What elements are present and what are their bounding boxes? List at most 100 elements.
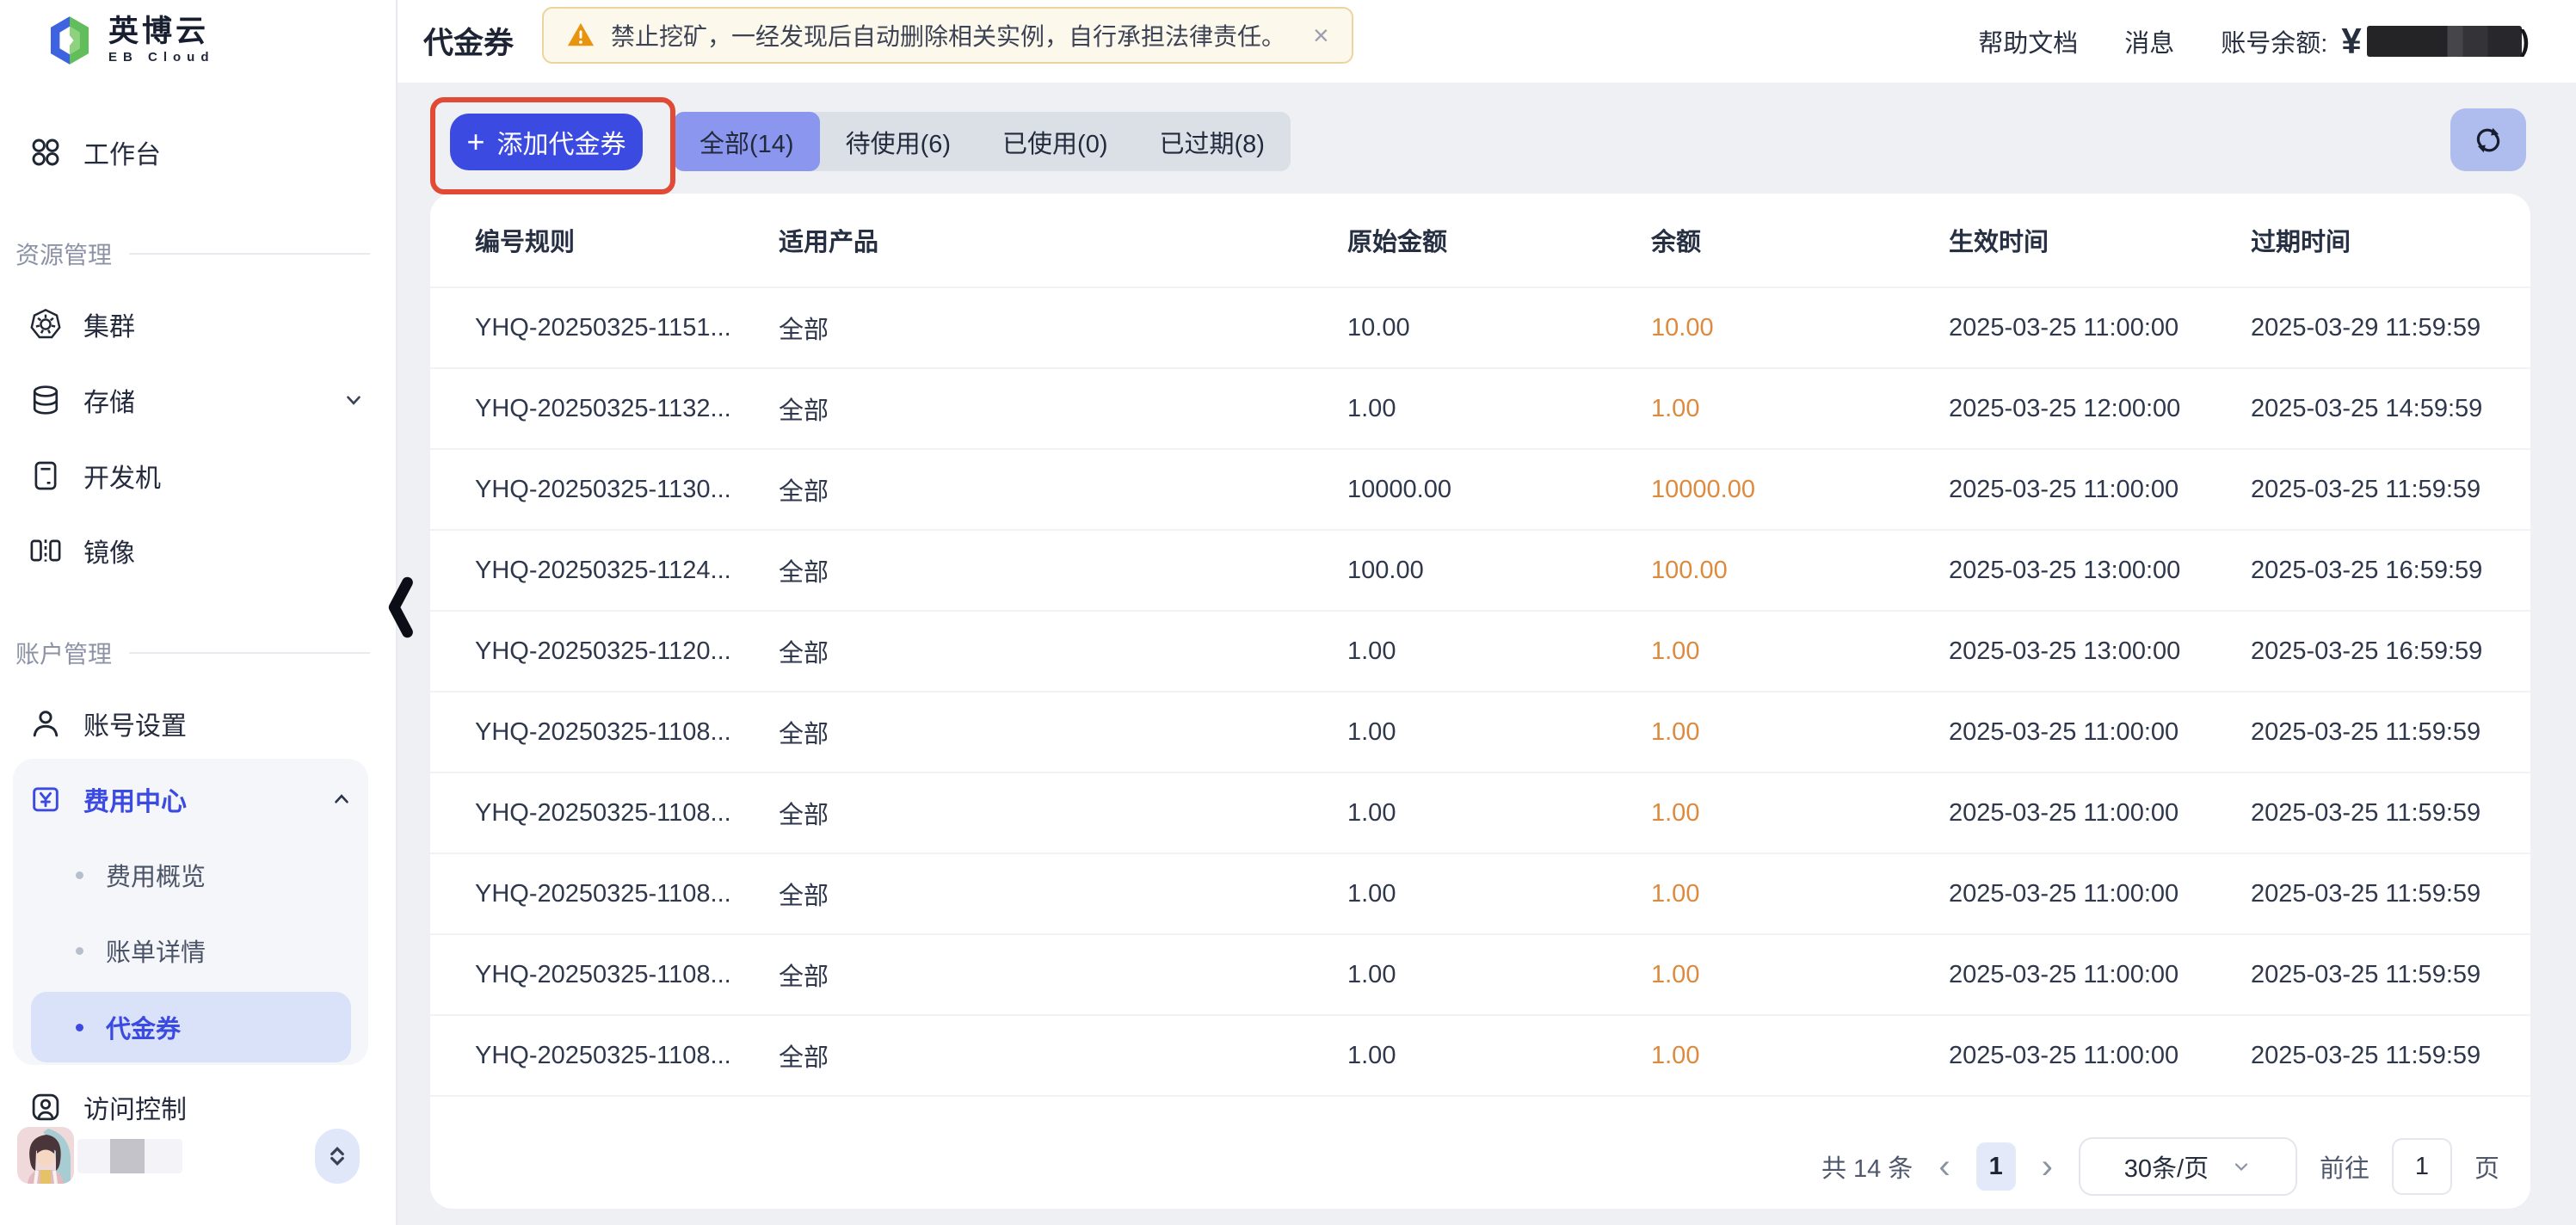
kubernetes-icon (28, 307, 63, 342)
section-label: 账户管理 (15, 636, 112, 670)
sidebar-item-billing-center[interactable]: 费用中心 (28, 773, 353, 825)
billing-center-group: 费用中心 费用概览 账单详情 代金券 (13, 759, 368, 1065)
cell-voucher-id: YHQ-20250325-1108... (475, 718, 779, 747)
cell-product: 全部 (779, 471, 1347, 508)
account-switcher-button[interactable] (315, 1129, 360, 1184)
table-row: YHQ-20250325-1108... 全部 1.00 1.00 2025-0… (430, 933, 2530, 1014)
sidebar-item-bill-detail[interactable]: 账单详情 (76, 925, 351, 976)
sidebar-item-workbench[interactable]: 工作台 (28, 126, 365, 179)
sidebar-item-label: 集群 (83, 305, 135, 343)
chevron-down-icon (342, 389, 365, 411)
cell-expire-time: 2025-03-25 11:59:59 (2251, 961, 2496, 989)
sidebar-item-label: 开发机 (83, 457, 161, 495)
table-body: YHQ-20250325-1151... 全部 10.00 10.00 2025… (430, 286, 2530, 1110)
cell-original-amount: 100.00 (1347, 557, 1651, 585)
tab-unused[interactable]: 待使用(6) (820, 112, 977, 171)
cell-expire-time: 2025-03-25 11:59:59 (2251, 718, 2496, 747)
cell-balance: 1.00 (1651, 718, 1949, 747)
chevron-up-icon (330, 788, 353, 810)
cell-expire-time: 2025-03-25 16:59:59 (2251, 557, 2496, 585)
cell-original-amount: 1.00 (1347, 799, 1651, 828)
cell-original-amount: 1.00 (1347, 1042, 1651, 1070)
sidebar-item-image[interactable]: 镜像 (28, 524, 365, 577)
mirror-image-icon (28, 533, 63, 568)
sidebar-item-billing-overview[interactable]: 费用概览 (76, 849, 351, 901)
section-label: 资源管理 (15, 237, 112, 271)
plus-icon: + (466, 126, 484, 157)
warning-banner: 禁止挖矿，一经发现后自动删除相关实例，自行承担法律责任。 × (542, 7, 1353, 64)
cell-product: 全部 (779, 310, 1347, 346)
status-filter-tabs: 全部(14) 待使用(6) 已使用(0) 已过期(8) (674, 112, 1291, 171)
cell-product: 全部 (779, 633, 1347, 669)
balance-label: 账号余额: (2221, 23, 2327, 59)
devmachine-icon (28, 459, 63, 493)
topbar-right: 帮助文档 消息 账号余额: ¥ ) (1978, 0, 2530, 83)
cell-expire-time: 2025-03-25 11:59:59 (2251, 880, 2496, 908)
cell-balance: 10.00 (1651, 314, 1949, 342)
sidebar-item-label: 访问控制 (83, 1088, 187, 1126)
total-count: 共 14 条 (1821, 1148, 1913, 1185)
cell-voucher-id: YHQ-20250325-1108... (475, 1042, 779, 1070)
cell-product: 全部 (779, 1037, 1347, 1074)
prev-page-icon[interactable]: ‹ (1935, 1149, 1953, 1184)
cell-effective-time: 2025-03-25 11:00:00 (1949, 880, 2251, 908)
add-voucher-button[interactable]: + 添加代金券 (450, 114, 643, 170)
cell-effective-time: 2025-03-25 12:00:00 (1949, 395, 2251, 423)
cell-original-amount: 10.00 (1347, 314, 1651, 342)
sidebar-item-label: 代金券 (106, 1009, 181, 1045)
messages-link[interactable]: 消息 (2124, 23, 2174, 59)
cell-voucher-id: YHQ-20250325-1108... (475, 880, 779, 908)
cell-original-amount: 1.00 (1347, 637, 1651, 666)
sidebar: 英博云 EB Cloud 工作台 资源管理 集群 (0, 0, 397, 1225)
page-size-select[interactable]: 30条/页 (2079, 1137, 2297, 1196)
cell-expire-time: 2025-03-29 11:59:59 (2251, 314, 2496, 342)
sidebar-item-label: 存储 (83, 381, 135, 419)
cell-product: 全部 (779, 391, 1347, 427)
goto-page-input[interactable] (2392, 1138, 2452, 1195)
sidebar-item-cluster[interactable]: 集群 (28, 298, 365, 351)
current-page[interactable]: 1 (1976, 1142, 2016, 1191)
close-icon[interactable]: × (1313, 22, 1329, 49)
cell-balance: 100.00 (1651, 557, 1949, 585)
person-icon (28, 706, 63, 741)
sidebar-collapse-handle[interactable] (385, 576, 415, 638)
cell-balance: 1.00 (1651, 637, 1949, 666)
sidebar-item-access-control[interactable]: 访问控制 (28, 1080, 365, 1134)
sidebar-item-account-settings[interactable]: 账号设置 (28, 697, 365, 750)
table-row: YHQ-20250325-1107... 全部 100.00 100.00 20… (430, 1095, 2530, 1110)
table-row: YHQ-20250325-1108... 全部 1.00 1.00 2025-0… (430, 853, 2530, 933)
cell-effective-time: 2025-03-25 11:00:00 (1949, 314, 2251, 342)
cell-effective-time: 2025-03-25 11:00:00 (1949, 1042, 2251, 1070)
account-balance: 账号余额: ¥ ) (2221, 21, 2530, 62)
sidebar-item-devmachine[interactable]: 开发机 (28, 449, 365, 502)
page-size-value: 30条/页 (2124, 1148, 2209, 1185)
brand-logo: 英博云 EB Cloud (45, 15, 215, 65)
sidebar-item-label: 镜像 (83, 532, 135, 569)
sidebar-footer (0, 1148, 396, 1225)
tab-used[interactable]: 已使用(0) (977, 112, 1133, 171)
tab-all[interactable]: 全部(14) (674, 112, 820, 171)
cell-effective-time: 2025-03-25 11:00:00 (1949, 476, 2251, 504)
page-title: 代金券 (423, 19, 514, 63)
col-header: 适用产品 (779, 222, 1347, 258)
sidebar-item-voucher[interactable]: 代金券 (76, 1001, 351, 1053)
table-row: YHQ-20250325-1108... 全部 1.00 1.00 2025-0… (430, 772, 2530, 853)
refresh-button[interactable] (2450, 108, 2526, 171)
next-page-icon[interactable]: › (2038, 1149, 2056, 1184)
database-icon (28, 383, 63, 417)
tab-expired[interactable]: 已过期(8) (1133, 112, 1290, 171)
cell-expire-time: 2025-03-25 11:59:59 (2251, 1042, 2496, 1070)
table-row: YHQ-20250325-1130... 全部 10000.00 10000.0… (430, 448, 2530, 529)
main-content: 代金券 禁止挖矿，一经发现后自动删除相关实例，自行承担法律责任。 × 帮助文档 … (397, 0, 2576, 1225)
add-voucher-label: 添加代金券 (497, 123, 626, 161)
user-avatar[interactable] (17, 1127, 74, 1184)
col-header: 余额 (1651, 222, 1949, 258)
warning-text: 禁止挖矿，一经发现后自动删除相关实例，自行承担法律责任。 (611, 18, 1285, 52)
sidebar-item-label: 账单详情 (106, 933, 206, 969)
pagination: 共 14 条 ‹ 1 › 30条/页 前往 页 (1821, 1138, 2499, 1195)
cell-expire-time: 2025-03-25 11:59:59 (2251, 799, 2496, 828)
help-docs-link[interactable]: 帮助文档 (1978, 23, 2078, 59)
brand-subtitle: EB Cloud (108, 50, 215, 65)
sidebar-item-storage[interactable]: 存储 (28, 373, 365, 427)
cell-product: 全部 (779, 795, 1347, 831)
